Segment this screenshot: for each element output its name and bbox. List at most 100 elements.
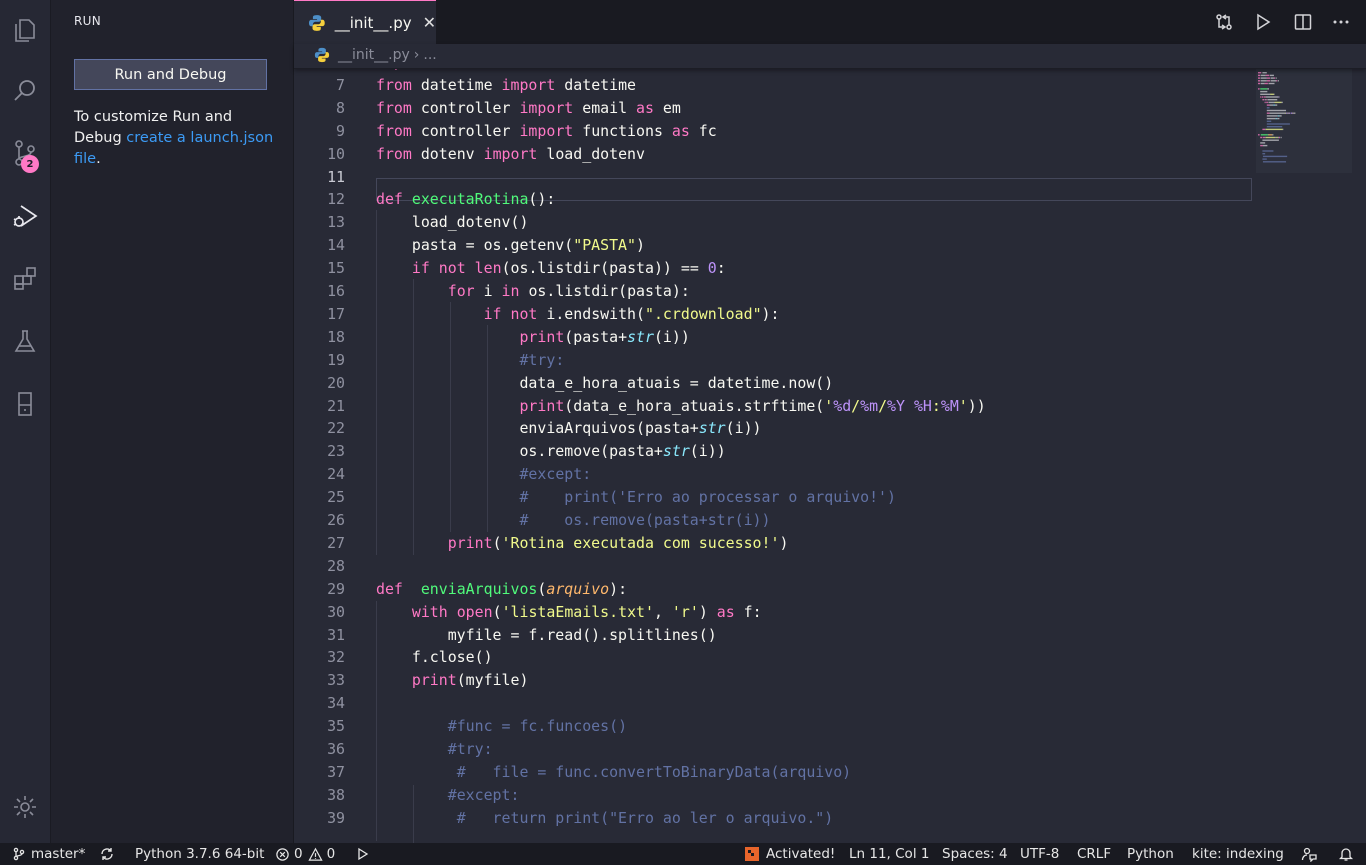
code-line[interactable]: 22 enviaArquivos(pasta+str(i)) — [294, 417, 1254, 440]
code-line[interactable]: 32 f.close() — [294, 646, 1254, 669]
split-editor-icon[interactable] — [1291, 10, 1315, 34]
kite-indexing-status[interactable]: kite: indexing — [1192, 843, 1284, 865]
code-line[interactable]: 24 #except: — [294, 463, 1254, 486]
code-line[interactable]: 12 def executaRotina(): — [294, 188, 1254, 211]
run-debug-icon[interactable] — [0, 192, 50, 240]
code-line[interactable]: 9 from controller import functions as fc — [294, 120, 1254, 143]
code-token: ) — [636, 236, 645, 255]
line-text: enviaArquivos(pasta+str(i)) — [376, 417, 761, 440]
code-line[interactable]: 38 #except: — [294, 784, 1254, 807]
gear-icon[interactable] — [0, 783, 50, 831]
code-token: : — [716, 259, 726, 278]
code-line[interactable]: 16 for i in os.listdir(pasta): — [294, 280, 1254, 303]
code-line[interactable]: 14 pasta = os.getenv("PASTA") — [294, 234, 1254, 257]
feedback-icon[interactable] — [1301, 843, 1317, 865]
code-token: ): — [609, 579, 628, 598]
minimap-token — [1260, 136, 1263, 139]
breadcrumb-file[interactable]: __init__.py — [338, 47, 410, 63]
minimap-token — [1287, 112, 1288, 114]
minimap-token — [1267, 88, 1269, 90]
code-token: from — [376, 121, 412, 140]
code-line[interactable]: 25 # print('Erro ao processar o arquivo!… — [294, 486, 1254, 509]
tab-init-py[interactable]: __init__.py ✕ — [294, 0, 436, 44]
code-line[interactable]: 15 if not len(os.listdir(pasta)) == 0: — [294, 257, 1254, 280]
code-line[interactable]: 31 myfile = f.read().splitlines() — [294, 624, 1254, 647]
code-line[interactable]: 7 from datetime import datetime — [294, 74, 1254, 97]
code-line[interactable]: 37 # file = func.convertToBinaryData(arq… — [294, 761, 1254, 784]
code-token: as — [636, 98, 654, 117]
code-line[interactable]: 29 def enviaArquivos(arquivo): — [294, 578, 1254, 601]
code-line[interactable]: 35 #func = fc.funcoes() — [294, 715, 1254, 738]
code-line[interactable]: 36 #try: — [294, 738, 1254, 761]
line-text: from dotenv import load_dotenv — [376, 143, 645, 166]
code-token: import — [483, 144, 538, 163]
sync-icon[interactable] — [99, 843, 115, 865]
code-token: import — [519, 121, 574, 140]
more-actions-icon[interactable] — [1329, 10, 1353, 34]
line-number: 25 — [327, 488, 345, 507]
code-token: print — [411, 671, 457, 690]
close-icon[interactable]: ✕ — [423, 13, 436, 32]
kite-activated-status[interactable]: Activated! — [745, 843, 835, 865]
encoding-status[interactable]: UTF-8 — [1020, 843, 1059, 865]
line-text: os.remove(pasta+str(i)) — [376, 440, 725, 463]
language-mode[interactable]: Python — [1127, 843, 1174, 865]
code-token: ( — [492, 533, 502, 552]
cursor-position[interactable]: Ln 11, Col 1 — [849, 843, 929, 865]
search-icon[interactable] — [0, 67, 50, 115]
code-line[interactable]: 23 os.remove(pasta+str(i)) — [294, 440, 1254, 463]
code-line[interactable]: 18 print(pasta+str(i)) — [294, 326, 1254, 349]
source-control-badge: 2 — [21, 155, 39, 173]
minimap-token — [1276, 136, 1278, 139]
minimap-token — [1264, 99, 1266, 101]
python-file-icon — [314, 47, 330, 63]
minimap-token — [1292, 112, 1294, 114]
minimap-token — [1260, 88, 1268, 90]
code-token: ( — [492, 602, 502, 621]
eol-status[interactable]: CRLF — [1077, 843, 1111, 865]
code-line[interactable]: 34 — [294, 692, 1254, 715]
notifications-bell-icon[interactable] — [1338, 843, 1354, 865]
code-line[interactable]: 21 print(data_e_hora_atuais.strftime('%d… — [294, 395, 1254, 418]
code-line[interactable]: 27 print('Rotina executada com sucesso!'… — [294, 532, 1254, 555]
code-line[interactable]: 13 load_dotenv() — [294, 211, 1254, 234]
code-line[interactable]: 10 from dotenv import load_dotenv — [294, 143, 1254, 166]
line-number: 23 — [327, 442, 345, 461]
code-line[interactable]: 19 #try: — [294, 349, 1254, 372]
remote-explorer-icon[interactable] — [0, 380, 50, 428]
run-play-icon[interactable] — [356, 843, 370, 865]
indentation-status[interactable]: Spaces: 4 — [942, 843, 1008, 865]
code-line[interactable]: 11 — [294, 166, 1254, 189]
run-and-debug-button[interactable]: Run and Debug — [74, 59, 267, 90]
code-line[interactable]: 33 print(myfile) — [294, 669, 1254, 692]
code-line[interactable]: 26 # os.remove(pasta+str(i)) — [294, 509, 1254, 532]
testing-icon[interactable] — [0, 317, 50, 365]
minimap-token — [1292, 112, 1293, 114]
code-editor[interactable]: 6import schedule7from datetime import da… — [294, 68, 1366, 843]
code-line[interactable]: 28 — [294, 555, 1254, 578]
code-token: def — [376, 190, 403, 209]
code-line[interactable]: 39 # return print("Erro ao ler o arquivo… — [294, 807, 1254, 830]
minimap-token — [1262, 139, 1279, 141]
code-line[interactable]: 8 from controller import email as em — [294, 97, 1254, 120]
run-python-file-icon[interactable] — [1251, 10, 1275, 34]
extensions-icon[interactable] — [0, 254, 50, 302]
branch-status[interactable]: master* — [12, 843, 85, 865]
line-number: 29 — [327, 579, 345, 598]
minimap[interactable] — [1256, 68, 1366, 843]
breadcrumb-symbols[interactable]: ... — [423, 47, 436, 63]
code-line[interactable]: 17 if not i.endswith(".crdownload"): — [294, 303, 1254, 326]
open-changes-icon[interactable] — [1212, 10, 1236, 34]
code-line[interactable]: 30 with open('listaEmails.txt', 'r') as … — [294, 601, 1254, 624]
files-icon[interactable] — [0, 6, 50, 54]
line-text: #try: — [376, 349, 564, 372]
python-interpreter[interactable]: Python 3.7.6 64-bit — [135, 843, 264, 865]
problems-status[interactable]: 0 0 — [275, 843, 335, 865]
line-number: 26 — [327, 511, 345, 529]
code-line[interactable]: 20 data_e_hora_atuais = datetime.now() — [294, 372, 1254, 395]
minimap-token — [1265, 74, 1269, 77]
code-token: print — [519, 396, 565, 415]
